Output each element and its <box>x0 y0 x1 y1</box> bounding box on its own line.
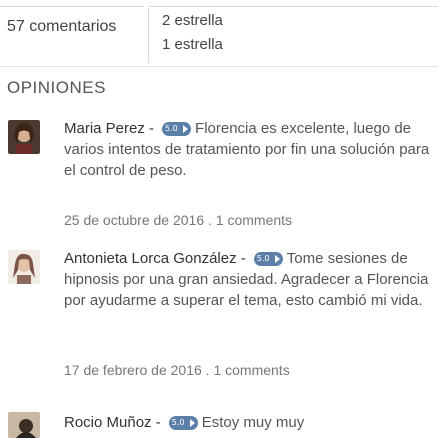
play-arrow-icon <box>183 125 189 133</box>
top-divider-left <box>0 6 143 7</box>
review-author[interactable]: Rocio Muñoz - <box>64 414 161 431</box>
play-arrow-icon <box>274 255 280 263</box>
avatar[interactable] <box>8 412 40 438</box>
top-divider-right <box>148 6 438 7</box>
section-divider <box>0 66 438 67</box>
summary-divider <box>148 8 149 63</box>
avatar-image <box>8 250 40 284</box>
rating-badge: 5.0 <box>168 416 198 430</box>
avatar[interactable] <box>8 250 40 284</box>
review-meta[interactable]: 25 de octubre de 2016 . 1 comments <box>64 212 292 228</box>
review-body: Antonieta Lorca González -5.0 Tome sesion… <box>64 248 432 311</box>
review-author[interactable]: Antonieta Lorca González - <box>64 250 246 267</box>
play-arrow-icon <box>189 419 195 427</box>
review-author[interactable]: Maria Perez - <box>64 120 154 137</box>
avatar-image <box>8 120 40 154</box>
review-text-lead: Estoy muy muy <box>201 414 305 431</box>
rating-filter-2-stars[interactable]: 2 estrella <box>162 12 223 29</box>
avatar-image <box>8 412 40 438</box>
review-meta[interactable]: 17 de febrero de 2016 . 1 comments <box>64 362 290 378</box>
rating-value: 5.0 <box>256 254 270 263</box>
rating-badge: 5.0 <box>253 252 283 266</box>
rating-value: 5.0 <box>171 418 185 427</box>
avatar[interactable] <box>8 120 40 154</box>
comments-count[interactable]: 57 comentarios <box>7 18 116 36</box>
rating-badge: 5.0 <box>162 122 192 136</box>
review-body: Rocio Muñoz - 5.0 Estoy muy muy <box>64 412 432 433</box>
review-text-lead: Tome <box>286 250 324 267</box>
rating-value: 5.0 <box>165 124 178 133</box>
section-title: OPINIONES <box>7 78 106 97</box>
review-text-lead: Florencia es excelente, <box>195 120 350 137</box>
rating-filter-1-star[interactable]: 1 estrella <box>162 36 223 53</box>
review-body: Maria Perez -5.0 Florencia es excelente, … <box>64 118 432 181</box>
